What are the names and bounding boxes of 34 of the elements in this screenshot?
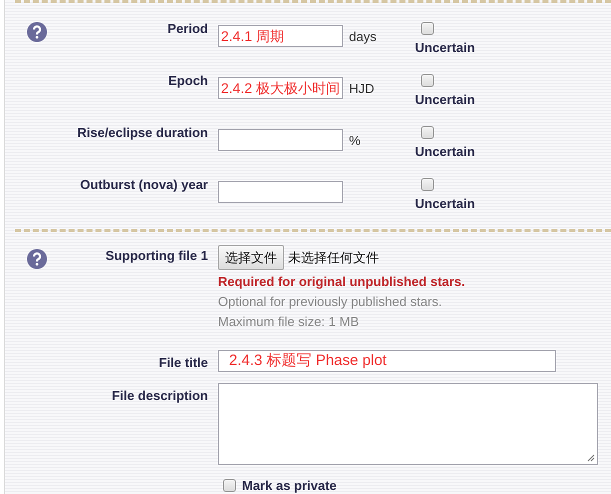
field-label: Supporting file 1: [105, 248, 208, 263]
input-field[interactable]: [218, 181, 343, 203]
checkbox-label: Uncertain: [415, 92, 475, 107]
input-field[interactable]: 2.4.1 周期: [218, 25, 343, 47]
choose-file-button[interactable]: 选择文件: [218, 245, 284, 270]
checkbox-label: Uncertain: [415, 196, 475, 211]
textarea-field[interactable]: [218, 383, 598, 465]
checkbox[interactable]: [421, 178, 434, 191]
unit-label: days: [349, 29, 376, 44]
field-label: File description: [112, 388, 208, 403]
field-label: Period: [168, 21, 208, 36]
file-status: 未选择任何文件: [288, 250, 379, 266]
checkbox-label: Uncertain: [415, 40, 475, 55]
field-label: Epoch: [168, 73, 208, 88]
field-label: Rise/eclipse duration: [77, 125, 208, 140]
help-icon[interactable]: [27, 249, 47, 269]
unit-label: %: [349, 133, 361, 148]
checkbox[interactable]: [223, 479, 236, 492]
field-label: Outburst (nova) year: [80, 177, 208, 192]
input-field[interactable]: [218, 129, 343, 151]
input-field[interactable]: 2.4.2 极大极小时间: [218, 77, 344, 99]
checkbox[interactable]: [421, 74, 434, 87]
checkbox[interactable]: [421, 22, 434, 35]
unit-label: HJD: [349, 81, 374, 96]
help-text: Maximum file size: 1 MB: [218, 313, 360, 331]
help-text: Optional for previously published stars.: [218, 293, 444, 311]
field-label: File title: [158, 355, 208, 370]
input-field[interactable]: 2.4.3 标题写 Phase plot: [218, 350, 556, 372]
checkbox-label: Mark as private: [242, 478, 337, 493]
checkbox[interactable]: [421, 126, 434, 139]
resize-grip-icon[interactable]: [585, 452, 595, 462]
help-icon[interactable]: [27, 22, 47, 42]
help-text: Required for original unpublished stars.: [218, 273, 466, 291]
checkbox-label: Uncertain: [415, 144, 475, 159]
